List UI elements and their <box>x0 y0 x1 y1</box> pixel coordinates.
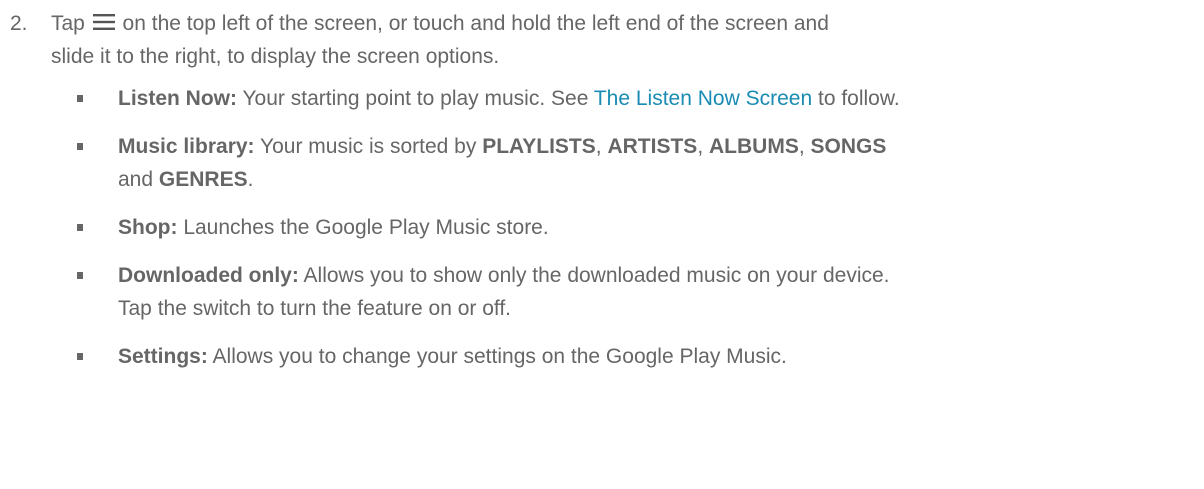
comma: , <box>595 135 602 158</box>
term-music-library: Music library: <box>118 135 255 158</box>
and-text: and <box>118 168 154 191</box>
keyword-artists: ARTISTS <box>607 135 698 158</box>
keyword-songs: SONGS <box>810 135 887 158</box>
term-listen-now: Listen Now: <box>118 87 237 110</box>
step-text-line2: slide it to the right, to display the sc… <box>51 45 500 68</box>
period: . <box>247 168 254 191</box>
bullet-square <box>77 272 83 279</box>
comma: , <box>798 135 805 158</box>
downloaded-only-desc-1: Allows you to show only the downloaded m… <box>303 264 890 287</box>
term-settings: Settings: <box>118 345 208 368</box>
downloaded-only-desc-2: Tap the switch to turn the feature on or… <box>118 297 512 320</box>
listen-now-desc-end: to follow. <box>817 87 900 110</box>
listen-now-screen-link[interactable]: The Listen Now Screen <box>594 87 812 110</box>
music-library-desc: Your music is sorted by <box>260 135 477 158</box>
step-text-tap: Tap <box>51 12 85 35</box>
step-instruction: Tap on the top left of the screen, or to… <box>51 7 1200 73</box>
list-item-listen-now: Listen Now: Your starting point to play … <box>77 82 1197 115</box>
bullet-square <box>77 95 83 102</box>
settings-desc: Allows you to change your settings on th… <box>212 345 787 368</box>
keyword-albums: ALBUMS <box>709 135 799 158</box>
bullet-square <box>77 143 83 150</box>
step-2: 2. Tap on the top left of the screen, or… <box>10 7 1200 73</box>
listen-now-desc: Your starting point to play music. See <box>242 87 589 110</box>
menu-icon <box>92 14 115 31</box>
bullet-square <box>77 224 83 231</box>
term-downloaded-only: Downloaded only: <box>118 264 299 287</box>
step-number: 2. <box>10 12 28 35</box>
comma: , <box>697 135 704 158</box>
step-text-line1: on the top left of the screen, or touch … <box>122 12 829 35</box>
list-item-downloaded-only: Downloaded only: Allows you to show only… <box>77 259 1197 325</box>
list-item-music-library: Music library: Your music is sorted by P… <box>77 130 1197 196</box>
list-item-settings: Settings: Allows you to change your sett… <box>77 340 1197 373</box>
shop-desc: Launches the Google Play Music store. <box>183 216 549 239</box>
keyword-playlists: PLAYLISTS <box>482 135 596 158</box>
keyword-genres: GENRES <box>158 168 248 191</box>
list-item-shop: Shop: Launches the Google Play Music sto… <box>77 211 1197 244</box>
bullet-square <box>77 353 83 360</box>
term-shop: Shop: <box>118 216 178 239</box>
options-list: Listen Now: Your starting point to play … <box>77 82 1197 373</box>
